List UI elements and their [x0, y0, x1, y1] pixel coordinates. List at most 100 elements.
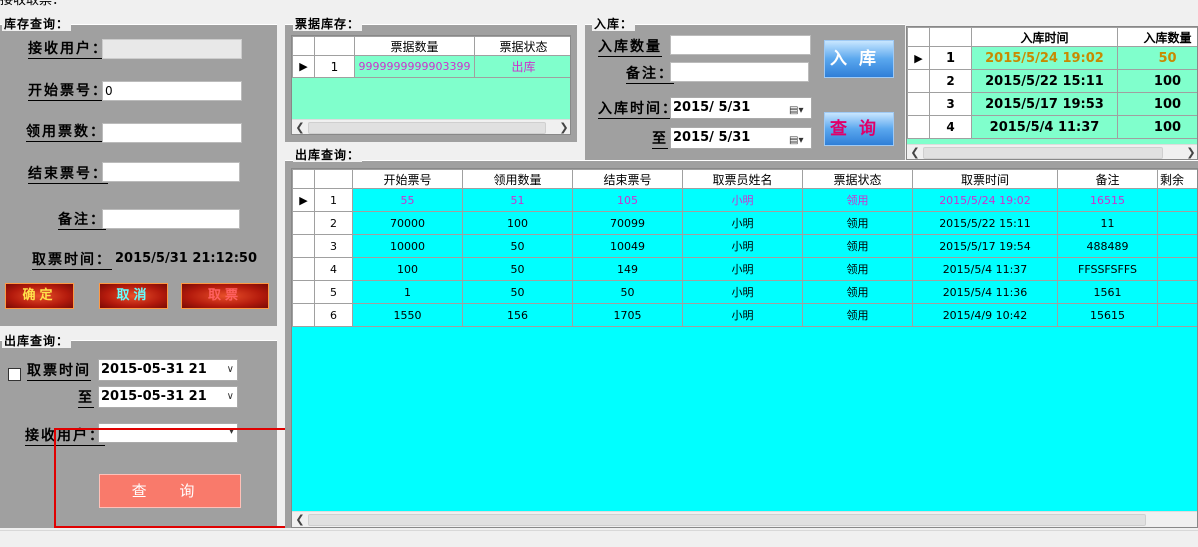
ticket-stock-hscroll[interactable]: ❮ ❯ [292, 119, 570, 134]
end-no-label: 结束票号： [28, 166, 108, 184]
row-number: 4 [929, 115, 972, 139]
calendar-dropdown-icon[interactable]: ▤▾ [789, 131, 809, 146]
table-row[interactable]: 3 2015/5/17 19:53 100 [907, 92, 1197, 116]
take-time-checkbox[interactable] [8, 368, 21, 381]
table-row[interactable]: 4 2015/5/4 11:37 100 [907, 115, 1197, 139]
column-header-taker-name: 取票员姓名 [682, 169, 803, 189]
table-row[interactable]: ▶ 1 55 51 105 小明 领用 2015/5/24 19:02 1651… [292, 188, 1197, 212]
inbound-qty-label: 入库数量 [598, 39, 662, 57]
take-ticket-button[interactable]: 取票 [181, 283, 269, 309]
inbound-query-button[interactable]: 查询 [824, 112, 894, 146]
column-header-no [314, 36, 355, 56]
row-number: 5 [314, 280, 353, 304]
column-header-corner [292, 36, 315, 56]
table-row[interactable]: 5 1 50 50 小明 领用 2015/5/4 11:36 1561 [292, 280, 1197, 304]
inbound-qty-input[interactable] [670, 35, 811, 55]
status-cell: 领用 [802, 234, 913, 258]
take-time-cell: 2015/5/24 19:02 [912, 188, 1058, 212]
inbound-note-label: 备注： [626, 66, 674, 84]
scroll-thumb[interactable] [308, 122, 546, 134]
status-cell: 领用 [802, 188, 913, 212]
scroll-right-icon[interactable]: ❯ [556, 120, 570, 134]
inbound-from-date-value: 2015/ 5/31 [673, 100, 751, 115]
row-header [292, 234, 315, 258]
scroll-left-icon[interactable]: ❮ [292, 120, 308, 134]
calendar-dropdown-icon[interactable]: ▤▾ [789, 101, 809, 116]
qty-cell: 50 [462, 257, 573, 281]
column-header-start-no: 开始票号 [352, 169, 463, 189]
table-row[interactable]: 6 1550 156 1705 小明 领用 2015/4/9 10:42 156… [292, 303, 1197, 327]
scroll-left-icon[interactable]: ❮ [292, 512, 308, 527]
status-cell: 领用 [802, 211, 913, 235]
to-time-value: 2015-05-31 21 [101, 389, 207, 404]
row-header [907, 92, 930, 116]
note-input[interactable] [102, 209, 240, 229]
qty-cell: 156 [462, 303, 573, 327]
status-bar [0, 530, 1198, 547]
table-row[interactable]: 3 10000 50 10049 小明 领用 2015/5/17 19:54 4… [292, 234, 1197, 258]
column-header-end-no: 结束票号 [572, 169, 683, 189]
note-cell: 1561 [1057, 280, 1158, 304]
end-no-input[interactable] [102, 162, 240, 182]
table-row[interactable]: ▶ 1 9999999999903399 出库 [292, 55, 570, 78]
table-row[interactable]: 2 2015/5/22 15:11 100 [907, 69, 1197, 93]
take-time-label: 取票时间： [32, 252, 112, 270]
end-no-cell: 1705 [572, 303, 683, 327]
inbound-note-input[interactable] [670, 62, 809, 82]
inbound-qty-cell: 50 [1117, 46, 1197, 70]
taker-name-cell: 小明 [682, 234, 803, 258]
scroll-right-icon[interactable]: ❯ [1183, 145, 1197, 159]
confirm-button[interactable]: 确定 [5, 283, 74, 309]
start-no-cell: 55 [352, 188, 463, 212]
receiver-input[interactable] [102, 39, 242, 59]
qty-cell: 51 [462, 188, 573, 212]
chevron-down-icon: ∨ [226, 364, 234, 375]
inbound-time-label: 入库时间： [598, 101, 678, 119]
inbound-to-date[interactable]: 2015/ 5/31 ▤▾ [670, 127, 812, 149]
remaining-cell [1157, 257, 1197, 281]
end-no-cell: 70099 [572, 211, 683, 235]
take-time-cell: 2015/5/22 15:11 [912, 211, 1058, 235]
inbound-to-date-value: 2015/ 5/31 [673, 130, 751, 145]
inbound-from-date[interactable]: 2015/ 5/31 ▤▾ [670, 97, 812, 119]
inbound-hscroll[interactable]: ❮ ❯ [907, 144, 1197, 159]
inbound-time-cell: 2015/5/4 11:37 [971, 115, 1118, 139]
column-header-inbound-time: 入库时间 [971, 27, 1118, 47]
qty-cell: 100 [462, 211, 573, 235]
row-number: 2 [314, 211, 353, 235]
taker-name-cell: 小明 [682, 211, 803, 235]
column-header-corner [907, 27, 930, 47]
chevron-down-icon: ∨ [226, 391, 234, 402]
column-header-take-time: 取票时间 [912, 169, 1058, 189]
inbound-qty-cell: 100 [1117, 92, 1197, 116]
note-label: 备注： [58, 212, 106, 230]
table-row[interactable]: 4 100 50 149 小明 领用 2015/5/4 11:37 FFSSFS… [292, 257, 1197, 281]
scroll-thumb[interactable] [923, 147, 1163, 159]
remaining-cell [1157, 280, 1197, 304]
start-no-input[interactable]: 0 [102, 81, 242, 101]
row-number: 1 [314, 188, 353, 212]
column-header-corner [292, 169, 315, 189]
receiver-label: 接收用户： [28, 41, 108, 59]
row-number: 1 [929, 46, 972, 70]
remaining-cell [1157, 211, 1197, 235]
inbound-title: 入库： [592, 17, 636, 31]
from-time-value: 2015-05-31 21 [101, 362, 207, 377]
outbound-hscroll[interactable]: ❮ [292, 511, 1197, 527]
from-time-select[interactable]: 2015-05-31 21 ∨ [98, 359, 238, 381]
inbound-button[interactable]: 入库 [824, 40, 894, 78]
table-row[interactable]: 2 70000 100 70099 小明 领用 2015/5/22 15:11 … [292, 211, 1197, 235]
start-no-label: 开始票号： [28, 83, 108, 101]
note-cell: 15615 [1057, 303, 1158, 327]
remaining-cell [1157, 303, 1197, 327]
claim-count-input[interactable] [102, 123, 242, 143]
row-header [292, 211, 315, 235]
table-row[interactable]: ▶ 1 2015/5/24 19:02 50 [907, 46, 1197, 70]
scroll-thumb[interactable] [308, 514, 1146, 526]
window-title: 接收取票： [0, 0, 66, 8]
to-time-select[interactable]: 2015-05-31 21 ∨ [98, 386, 238, 408]
inbound-to-label: 至 [652, 131, 668, 149]
cancel-button[interactable]: 取消 [99, 283, 168, 309]
scroll-left-icon[interactable]: ❮ [907, 145, 923, 159]
status-cell: 领用 [802, 303, 913, 327]
